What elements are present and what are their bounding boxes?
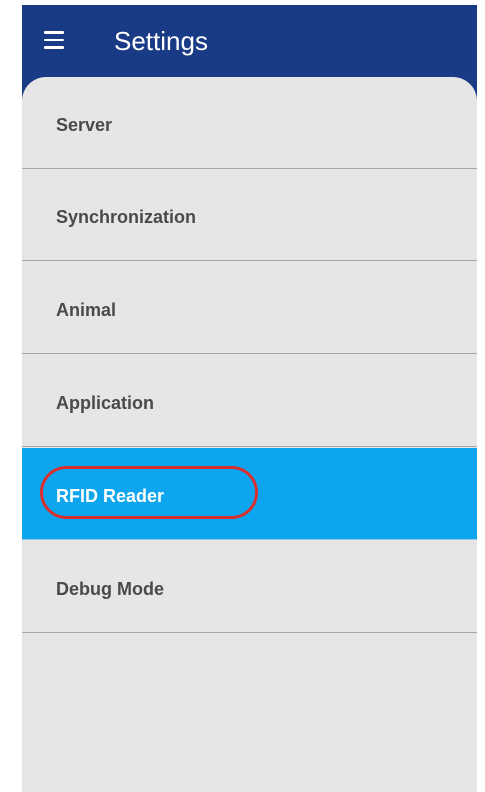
settings-item-label: Synchronization bbox=[56, 207, 197, 227]
page-title: Settings bbox=[114, 26, 208, 56]
settings-item-label: Debug Mode bbox=[56, 579, 164, 599]
settings-item-label: RFID Reader bbox=[56, 486, 165, 506]
settings-item-animal[interactable]: Animal bbox=[22, 262, 477, 354]
hamburger-menu-icon[interactable] bbox=[44, 31, 64, 49]
settings-item-synchronization[interactable]: Synchronization bbox=[22, 169, 477, 261]
settings-item-label: Server bbox=[56, 115, 113, 135]
app-bar: Settings bbox=[22, 5, 477, 77]
settings-item-label: Application bbox=[56, 393, 154, 413]
settings-list: Server Synchronization Animal Applicatio… bbox=[22, 77, 477, 792]
app-window: Settings Server Synchronization Animal A… bbox=[22, 5, 477, 792]
settings-item-label: Animal bbox=[56, 300, 117, 320]
settings-item-application[interactable]: Application bbox=[22, 355, 477, 447]
settings-item-server[interactable]: Server bbox=[22, 77, 477, 169]
settings-item-rfid-reader[interactable]: RFID Reader bbox=[22, 448, 477, 540]
settings-item-debug-mode[interactable]: Debug Mode bbox=[22, 541, 477, 633]
